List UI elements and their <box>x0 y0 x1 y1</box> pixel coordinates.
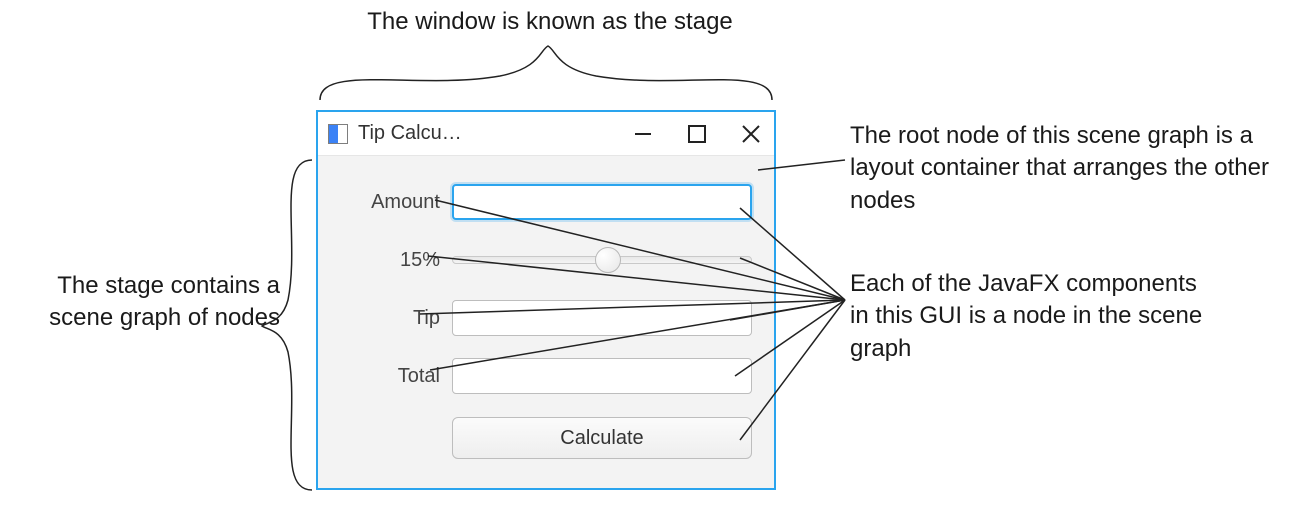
calculate-button[interactable]: Calculate <box>452 417 752 459</box>
annotation-stage: The window is known as the stage <box>320 6 780 38</box>
root-layout-container: Amount 15% Tip Total Calculate <box>318 156 774 488</box>
annotation-components: Each of the JavaFX components in this GU… <box>850 268 1210 365</box>
amount-input[interactable] <box>452 184 752 220</box>
slider-thumb[interactable] <box>595 247 621 273</box>
annotation-scene-graph: The stage contains a scene graph of node… <box>0 270 280 335</box>
brace-top <box>320 46 772 100</box>
total-output[interactable] <box>452 358 752 394</box>
amount-label: Amount <box>340 191 440 214</box>
minimize-icon[interactable] <box>630 121 656 147</box>
maximize-icon[interactable] <box>684 121 710 147</box>
percent-label: 15% <box>340 249 440 272</box>
tip-output[interactable] <box>452 300 752 336</box>
tip-label: Tip <box>340 307 440 330</box>
close-icon[interactable] <box>738 121 764 147</box>
tip-percent-slider[interactable] <box>452 242 752 278</box>
total-label: Total <box>340 365 440 388</box>
titlebar: Tip Calcu… <box>318 112 774 156</box>
app-icon <box>328 124 348 144</box>
window-title: Tip Calcu… <box>358 122 508 145</box>
annotation-root-node: The root node of this scene graph is a l… <box>850 120 1280 217</box>
stage-window: Tip Calcu… Amount 15% <box>316 110 776 490</box>
